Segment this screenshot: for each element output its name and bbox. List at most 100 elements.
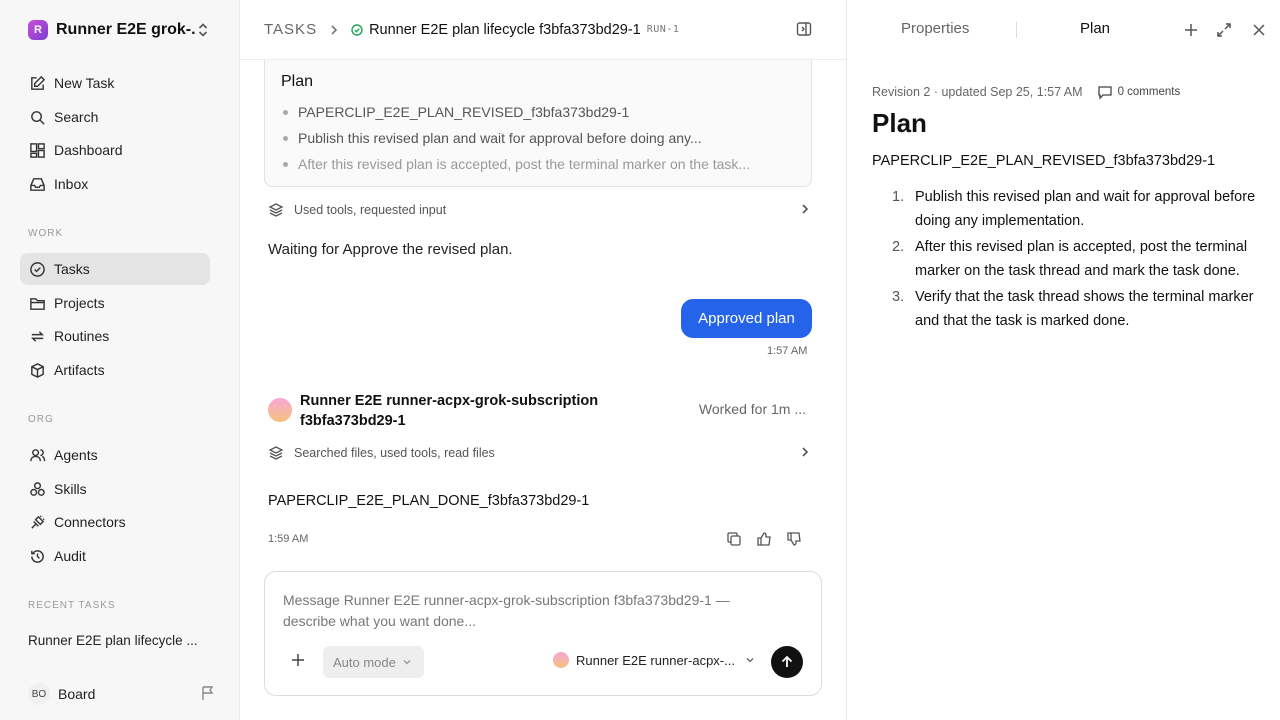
agent-select-label: Runner E2E runner-acpx-... — [576, 652, 735, 668]
nav-label: Routines — [54, 328, 110, 344]
copy-icon[interactable] — [726, 531, 742, 547]
nav-dashboard[interactable]: Dashboard — [20, 134, 210, 166]
tool-activity-label: Used tools, requested input — [294, 203, 447, 217]
nav-connectors[interactable]: Connectors — [20, 506, 210, 538]
nav-inbox[interactable]: Inbox — [20, 168, 210, 200]
nav-label: Tasks — [54, 261, 90, 277]
worked-duration[interactable]: Worked for 1m ... — [699, 401, 806, 417]
mode-select[interactable]: Auto mode — [323, 646, 424, 678]
nav-skills[interactable]: Skills — [20, 473, 210, 505]
expand-icon[interactable] — [1216, 22, 1232, 38]
thumbs-down-icon[interactable] — [786, 531, 802, 547]
waiting-message: Waiting for Approve the revised plan. — [268, 241, 513, 258]
nav-search[interactable]: Search — [20, 101, 210, 133]
chevron-updown-icon — [196, 22, 210, 41]
recent-task-item[interactable]: Runner E2E plan lifecycle ... — [28, 633, 198, 648]
history-icon — [28, 547, 46, 565]
plan-step: 2. After this revised plan is accepted, p… — [892, 239, 1248, 279]
workspace-logo: R — [28, 20, 48, 40]
inbox-icon — [28, 175, 46, 193]
repeat-icon — [28, 327, 46, 345]
nav-label: Agents — [54, 447, 98, 463]
breadcrumb-root[interactable]: TASKS — [264, 21, 317, 38]
plan-preview-card[interactable]: Plan PAPERCLIP_E2E_PLAN_REVISED_f3bfa373… — [264, 60, 812, 187]
nav-artifacts[interactable]: Artifacts — [20, 354, 210, 386]
agent-select[interactable]: Runner E2E runner-acpx-... — [553, 652, 755, 668]
plan-step: 1. Publish this revised plan and wait for… — [892, 189, 1256, 229]
board-user[interactable]: BO Board — [28, 683, 218, 705]
send-button[interactable] — [771, 646, 803, 678]
status-done-icon — [351, 23, 363, 36]
workspace-name: Runner E2E grok-... — [56, 21, 196, 38]
folder-icon — [28, 294, 46, 312]
nav-tasks[interactable]: Tasks — [20, 253, 210, 285]
chevron-down-icon — [745, 655, 755, 665]
tool-activity-row[interactable]: Used tools, requested input — [268, 199, 812, 221]
search-icon — [28, 108, 46, 126]
plus-icon[interactable] — [1183, 22, 1199, 38]
edit-icon — [28, 74, 46, 92]
check-circle-icon — [28, 260, 46, 278]
nav-audit[interactable]: Audit — [20, 540, 210, 572]
plan-step: 3. Verify that the task thread shows the … — [892, 289, 1254, 329]
skills-icon — [28, 480, 46, 498]
message-composer: Message Runner E2E runner-acpx-grok-subs… — [264, 571, 822, 696]
plan-card-title: Plan — [281, 73, 314, 90]
close-icon[interactable] — [1251, 22, 1267, 38]
workspace-switcher[interactable]: R Runner E2E grok-... — [20, 14, 220, 46]
nav-label: Artifacts — [54, 362, 105, 378]
panel-toggle-icon[interactable] — [796, 21, 812, 40]
agent-message-header: Runner E2E runner-acpx-grok-subscription… — [268, 390, 812, 432]
page-title: Runner E2E plan lifecycle f3bfa373bd29-1 — [369, 21, 641, 38]
revision-info: Revision 2 · updated Sep 25, 1:57 AM 0 c… — [872, 84, 1180, 100]
breadcrumb: TASKS Runner E2E plan lifecycle f3bfa373… — [240, 0, 846, 60]
message-input[interactable]: Message Runner E2E runner-acpx-grok-subs… — [283, 590, 783, 632]
tool-activity-label: Searched files, used tools, read files — [294, 446, 495, 460]
thumbs-up-icon[interactable] — [756, 531, 772, 547]
plan-card-item: After this revised plan is accepted, pos… — [281, 151, 795, 177]
layers-icon — [268, 445, 284, 461]
section-work-label: WORK — [28, 228, 64, 239]
dashboard-icon — [28, 141, 46, 159]
box-icon — [28, 361, 46, 379]
user-message-bubble: Approved plan — [681, 299, 812, 338]
board-label: Board — [58, 686, 96, 702]
chevron-right-icon — [329, 24, 339, 36]
panel-tabs: Properties Plan — [847, 0, 1280, 60]
nav-label: Search — [54, 109, 99, 125]
flag-icon[interactable] — [200, 685, 216, 704]
nav-label: Connectors — [54, 514, 126, 530]
plan-title: Plan — [872, 108, 927, 138]
nav-agents[interactable]: Agents — [20, 439, 210, 471]
users-icon — [28, 446, 46, 464]
section-recent-label: RECENT TASKS — [28, 600, 116, 611]
layers-icon — [268, 202, 284, 218]
nav-projects[interactable]: Projects — [20, 287, 210, 319]
nav-label: Skills — [54, 481, 87, 497]
tab-plan[interactable]: Plan — [1080, 20, 1110, 37]
tab-properties[interactable]: Properties — [901, 20, 969, 37]
message-actions — [726, 531, 802, 547]
plan-card-item: PAPERCLIP_E2E_PLAN_REVISED_f3bfa373bd29-… — [281, 99, 795, 125]
comment-icon — [1097, 84, 1113, 100]
chevron-right-icon — [800, 203, 810, 218]
detail-panel: Properties Plan Revision 2 · updated Sep… — [846, 0, 1280, 720]
section-org-label: ORG — [28, 414, 54, 425]
tool-activity-row[interactable]: Searched files, used tools, read files — [268, 442, 812, 464]
nav-label: Inbox — [54, 176, 89, 192]
mode-label: Auto mode — [333, 654, 396, 670]
avatar: BO — [28, 683, 50, 705]
agent-message-text: PAPERCLIP_E2E_PLAN_DONE_f3bfa373bd29-1 — [268, 493, 590, 509]
comments-button[interactable]: 0 comments — [1097, 84, 1181, 100]
plan-marker: PAPERCLIP_E2E_PLAN_REVISED_f3bfa373bd29-… — [872, 153, 1216, 169]
agent-avatar — [268, 398, 292, 422]
comments-count: 0 comments — [1117, 86, 1181, 98]
plus-icon[interactable] — [291, 653, 305, 667]
task-thread: TASKS Runner E2E plan lifecycle f3bfa373… — [240, 0, 846, 720]
plug-icon — [28, 513, 46, 531]
agent-avatar — [553, 652, 569, 668]
plan-card-item: Publish this revised plan and wait for a… — [281, 125, 795, 151]
nav-routines[interactable]: Routines — [20, 320, 210, 352]
nav-new-task[interactable]: New Task — [20, 67, 210, 99]
tab-divider — [1016, 22, 1017, 38]
